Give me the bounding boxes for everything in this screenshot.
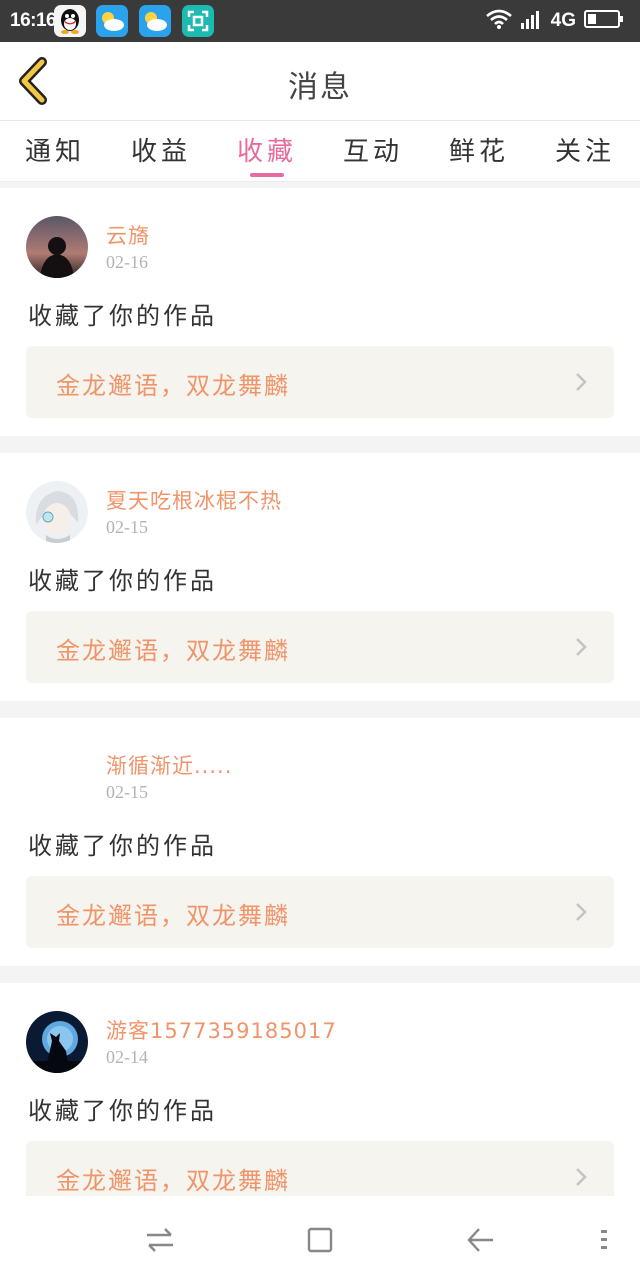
work-title: 金龙邂语，双龙舞麟 xyxy=(56,1167,290,1195)
scanner-icon xyxy=(182,5,214,37)
menu-button[interactable] xyxy=(584,1220,624,1260)
work-link[interactable]: 金龙邂语，双龙舞麟 xyxy=(26,611,614,683)
home-button[interactable] xyxy=(300,1220,340,1260)
action-text: 收藏了你的作品 xyxy=(28,1097,217,1125)
system-back-button[interactable] xyxy=(460,1220,500,1260)
square-icon xyxy=(307,1227,333,1253)
switch-app-button[interactable] xyxy=(140,1220,180,1260)
chevron-right-icon xyxy=(576,1168,587,1186)
work-title: 金龙邂语，双龙舞麟 xyxy=(56,637,290,665)
tab-favorites[interactable]: 收藏 xyxy=(212,131,322,177)
message-item: 游客1577359185017 02-14 收藏了你的作品 金龙邂语，双龙舞麟 xyxy=(0,983,640,1231)
work-link[interactable]: 金龙邂语，双龙舞麟 xyxy=(26,876,614,948)
signal-icon xyxy=(520,9,543,33)
chevron-right-icon xyxy=(576,373,587,391)
tab-flowers[interactable]: 鲜花 xyxy=(424,131,534,177)
tab-following[interactable]: 关注 xyxy=(530,131,640,177)
username[interactable]: 云旖 xyxy=(106,220,150,250)
network-type: 4G xyxy=(550,10,576,31)
system-nav-bar xyxy=(0,1196,640,1280)
work-link[interactable]: 金龙邂语，双龙舞麟 xyxy=(26,346,614,418)
menu-icon xyxy=(601,1230,607,1249)
work-title: 金龙邂语，双龙舞麟 xyxy=(56,372,290,400)
username[interactable]: 渐循渐近..... xyxy=(106,750,232,780)
avatar[interactable] xyxy=(26,216,88,278)
avatar[interactable] xyxy=(26,481,88,543)
page-title: 消息 xyxy=(288,70,352,105)
tab-earnings[interactable]: 收益 xyxy=(106,131,216,177)
avatar[interactable] xyxy=(26,1011,88,1073)
message-item: 渐循渐近..... 02-15 收藏了你的作品 金龙邂语，双龙舞麟 xyxy=(0,718,640,966)
weather-icon xyxy=(139,5,171,37)
username[interactable]: 夏天吃根冰棍不热 xyxy=(106,485,282,515)
message-item: 夏天吃根冰棍不热 02-15 收藏了你的作品 金龙邂语，双龙舞麟 xyxy=(0,453,640,701)
back-arrow-icon xyxy=(467,1228,493,1252)
chevron-right-icon xyxy=(576,638,587,656)
avatar[interactable] xyxy=(26,746,88,808)
weather-icon xyxy=(96,5,128,37)
message-item: 云旖 02-16 收藏了你的作品 金龙邂语，双龙舞麟 xyxy=(0,188,640,436)
username[interactable]: 游客1577359185017 xyxy=(106,1015,337,1045)
switch-arrows-icon xyxy=(147,1228,173,1252)
status-bar: 16:16 4G xyxy=(0,0,640,42)
battery-icon xyxy=(584,9,624,33)
tab-bar: 通知 收益 收藏 互动 鲜花 关注 xyxy=(0,120,640,182)
wifi-icon xyxy=(485,8,513,34)
message-date: 02-15 xyxy=(106,517,148,537)
message-date: 02-16 xyxy=(106,252,148,272)
tab-notifications[interactable]: 通知 xyxy=(0,131,110,177)
header: 消息 xyxy=(0,42,640,120)
chevron-right-icon xyxy=(576,903,587,921)
status-time: 16:16 xyxy=(10,10,57,31)
tab-interactions[interactable]: 互动 xyxy=(318,131,428,177)
action-text: 收藏了你的作品 xyxy=(28,567,217,595)
action-text: 收藏了你的作品 xyxy=(28,302,217,330)
message-date: 02-15 xyxy=(106,782,148,802)
qq-icon xyxy=(54,5,86,37)
active-tab-indicator xyxy=(250,173,284,177)
message-date: 02-14 xyxy=(106,1047,148,1067)
work-title: 金龙邂语，双龙舞麟 xyxy=(56,902,290,930)
action-text: 收藏了你的作品 xyxy=(28,832,217,860)
